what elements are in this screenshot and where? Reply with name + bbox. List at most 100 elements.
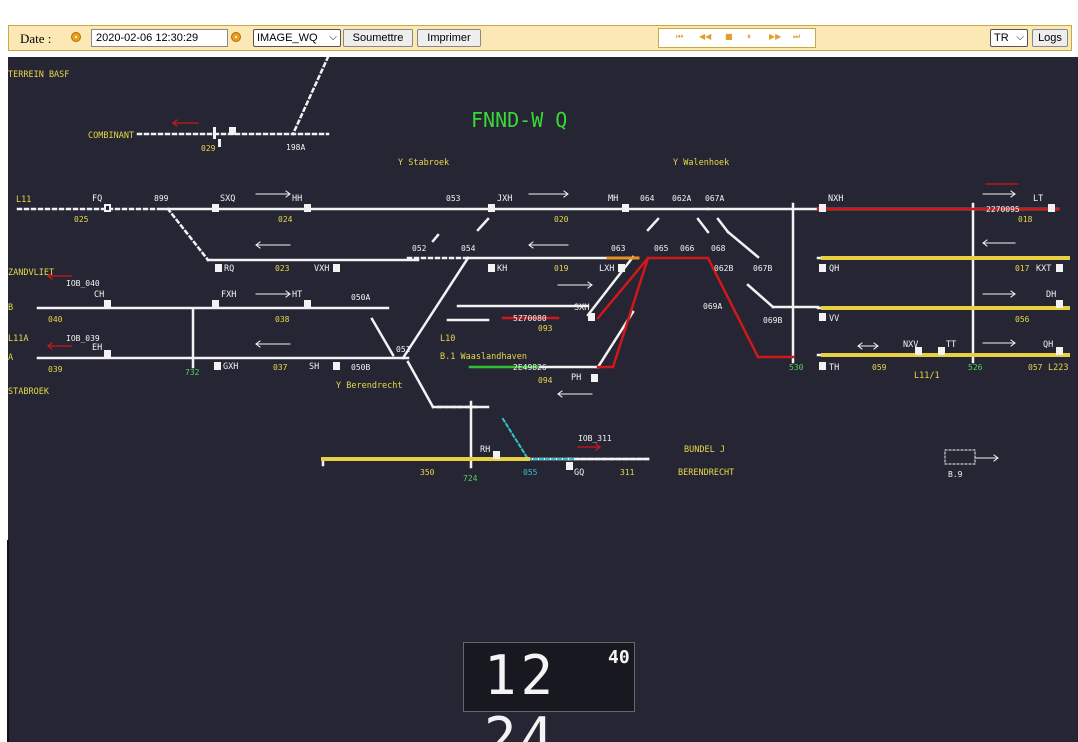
svg-text:198A: 198A: [286, 143, 305, 152]
language-select[interactable]: TR ⌵: [990, 29, 1028, 47]
date-input[interactable]: 2020-02-06 12:30:29: [91, 29, 228, 47]
clock-display: 12 24 40: [463, 642, 635, 742]
line-a: A: [8, 353, 13, 363]
logs-button[interactable]: Logs: [1032, 29, 1068, 47]
svg-text:DH: DH: [1046, 290, 1056, 300]
svg-text:069B: 069B: [763, 316, 782, 325]
area-y-berendrecht: Y Berendrecht: [336, 381, 403, 391]
svg-text:NXV: NXV: [903, 340, 918, 350]
svg-text:064: 064: [640, 194, 655, 203]
submit-button[interactable]: Soumettre: [343, 29, 413, 47]
line-l11: L11: [16, 195, 31, 205]
area-y-stabroek: Y Stabroek: [398, 158, 449, 168]
svg-text:054: 054: [461, 244, 476, 253]
line-l223: L223: [1048, 363, 1068, 373]
svg-text:018: 018: [1018, 215, 1033, 224]
svg-text:NXH: NXH: [828, 194, 843, 204]
route-iob-039: IOB_039: [66, 334, 100, 343]
svg-text:LXH: LXH: [599, 264, 614, 274]
svg-text:QH: QH: [829, 264, 839, 274]
rewind-icon[interactable]: ◀◀: [699, 32, 711, 41]
stop-icon[interactable]: ■: [725, 32, 733, 41]
yellow-routes: [321, 256, 1070, 461]
route-labels: IOB_040 IOB_039 IOB_311 5Z70080 2E49826 …: [66, 205, 1020, 479]
svg-text:037: 037: [273, 363, 288, 372]
svg-text:050A: 050A: [351, 293, 370, 302]
svg-text:RQ: RQ: [224, 264, 234, 274]
svg-text:QH: QH: [1043, 340, 1053, 350]
area-bundel-j: BUNDEL J: [684, 445, 725, 455]
svg-text:VXH: VXH: [314, 264, 329, 274]
svg-text:PH: PH: [571, 373, 581, 383]
svg-text:HH: HH: [292, 194, 302, 204]
train-id-1: 5Z70080: [513, 314, 547, 323]
svg-text:029: 029: [201, 144, 216, 153]
svg-text:056: 056: [1015, 315, 1030, 324]
svg-text:FQ: FQ: [92, 194, 102, 204]
print-button[interactable]: Imprimer: [417, 29, 481, 47]
svg-text:732: 732: [185, 368, 200, 377]
marker-box: [944, 449, 976, 465]
svg-text:069A: 069A: [703, 302, 722, 311]
svg-text:065: 065: [654, 244, 669, 253]
date-label: Date :: [20, 31, 52, 46]
svg-text:EH: EH: [92, 343, 102, 353]
svg-text:KH: KH: [497, 264, 507, 274]
svg-text:530: 530: [789, 363, 804, 372]
svg-text:CH: CH: [94, 290, 104, 300]
red-routes: [501, 207, 1060, 369]
svg-text:066: 066: [680, 244, 695, 253]
svg-text:053: 053: [446, 194, 461, 203]
svg-text:068: 068: [711, 244, 726, 253]
date-prev-icon[interactable]: [71, 32, 81, 42]
svg-text:020: 020: [554, 215, 569, 224]
clock-seconds: 40: [608, 647, 630, 668]
train-id-3: 2270095: [986, 205, 1020, 214]
svg-text:MH: MH: [608, 194, 618, 204]
toolbar: Date : 2020-02-06 12:30:29 IMAGE_WQ ⌵ So…: [8, 25, 1072, 51]
area-terrein-basf: TERREIN BASF: [8, 70, 69, 80]
svg-text:017: 017: [1015, 264, 1030, 273]
svg-text:350: 350: [420, 468, 435, 477]
svg-text:VV: VV: [829, 314, 839, 324]
svg-text:GXH: GXH: [223, 362, 238, 372]
fast-forward-icon[interactable]: ▶▶: [769, 32, 781, 41]
svg-text:LT: LT: [1033, 194, 1043, 204]
svg-text:SXH: SXH: [574, 303, 589, 313]
line-l11a: L11A: [8, 334, 28, 344]
svg-text:TT: TT: [946, 340, 956, 350]
svg-text:526: 526: [968, 363, 983, 372]
svg-text:JXH: JXH: [497, 194, 512, 204]
track-schematic: FNND-W Q TERREIN BASF COMBINANT ZANDVLIE…: [8, 57, 1078, 742]
svg-text:051: 051: [396, 345, 411, 354]
track-diagram: FNND-W Q TERREIN BASF COMBINANT ZANDVLIE…: [8, 57, 1070, 483]
svg-text:019: 019: [554, 264, 569, 273]
pause-icon[interactable]: ⏸: [747, 32, 751, 42]
main-tracks: [36, 202, 1070, 469]
svg-text:067A: 067A: [705, 194, 724, 203]
playback-controls: ⏮ ◀◀ ■ ⏸ ▶▶ ⏭: [658, 28, 816, 48]
svg-text:KXT: KXT: [1036, 264, 1051, 274]
svg-text:059: 059: [872, 363, 887, 372]
svg-text:057: 057: [1028, 363, 1043, 372]
line-l11-1: L11/1: [914, 371, 940, 381]
route-iob-311: IOB_311: [578, 434, 612, 443]
image-select[interactable]: IMAGE_WQ ⌵: [253, 29, 341, 47]
left-edge-bar: [7, 540, 9, 742]
language-select-value: TR: [994, 32, 1009, 44]
skip-start-icon[interactable]: ⏮: [676, 32, 683, 42]
svg-text:023: 023: [275, 264, 290, 273]
chevron-down-icon: ⌵: [1016, 32, 1024, 43]
svg-text:062B: 062B: [714, 264, 733, 273]
area-zandvliet: ZANDVLIET: [8, 268, 54, 278]
svg-text:GQ: GQ: [574, 468, 584, 478]
svg-text:062A: 062A: [672, 194, 691, 203]
cyan-route: [501, 417, 574, 461]
date-next-icon[interactable]: [231, 32, 241, 42]
svg-text:040: 040: [48, 315, 63, 324]
svg-text:039: 039: [48, 365, 63, 374]
svg-text:RH: RH: [480, 445, 490, 455]
line-b: B: [8, 303, 13, 313]
svg-text:050B: 050B: [351, 363, 370, 372]
skip-end-icon[interactable]: ⏭: [793, 32, 800, 42]
